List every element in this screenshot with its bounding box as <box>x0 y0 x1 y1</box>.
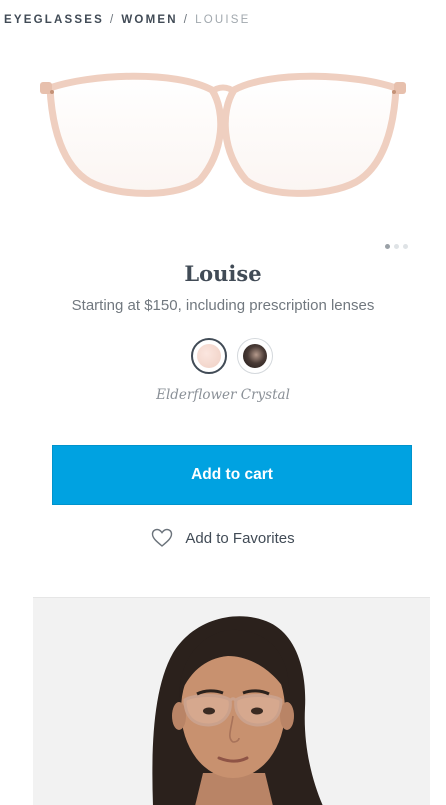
add-to-cart-button[interactable]: Add to cart <box>52 445 412 505</box>
product-image[interactable] <box>0 52 446 212</box>
breadcrumb-separator: / <box>183 14 190 26</box>
product-name: Louise <box>184 261 262 286</box>
model-image <box>152 616 323 805</box>
eyeglasses-image <box>40 72 406 197</box>
carousel-dots <box>385 244 408 249</box>
carousel-dot[interactable] <box>403 244 408 249</box>
carousel-dot[interactable] <box>394 244 399 249</box>
color-swatches <box>191 338 273 374</box>
add-to-favorites-label: Add to Favorites <box>185 529 295 547</box>
swatch-fill <box>243 344 267 368</box>
breadcrumb-separator: / <box>109 14 116 26</box>
elderflower-crystal-swatch[interactable] <box>191 338 227 374</box>
carousel-dot[interactable] <box>385 244 390 249</box>
breadcrumb-eyeglasses[interactable]: EYEGLASSES <box>4 14 104 26</box>
swatch-fill <box>197 344 221 368</box>
dark-tortoise-swatch[interactable] <box>237 338 273 374</box>
breadcrumb-women[interactable]: WOMEN <box>121 14 177 26</box>
breadcrumb: EYEGLASSES / WOMEN / LOUISE <box>4 14 251 26</box>
price-line: Starting at $150, including prescription… <box>71 297 375 314</box>
heart-outline-icon <box>151 528 173 548</box>
breadcrumb-current: LOUISE <box>195 14 251 26</box>
selected-color-name: Elderflower Crystal <box>156 387 290 403</box>
add-to-favorites-button[interactable]: Add to Favorites <box>0 528 446 548</box>
model-photo <box>33 597 430 805</box>
